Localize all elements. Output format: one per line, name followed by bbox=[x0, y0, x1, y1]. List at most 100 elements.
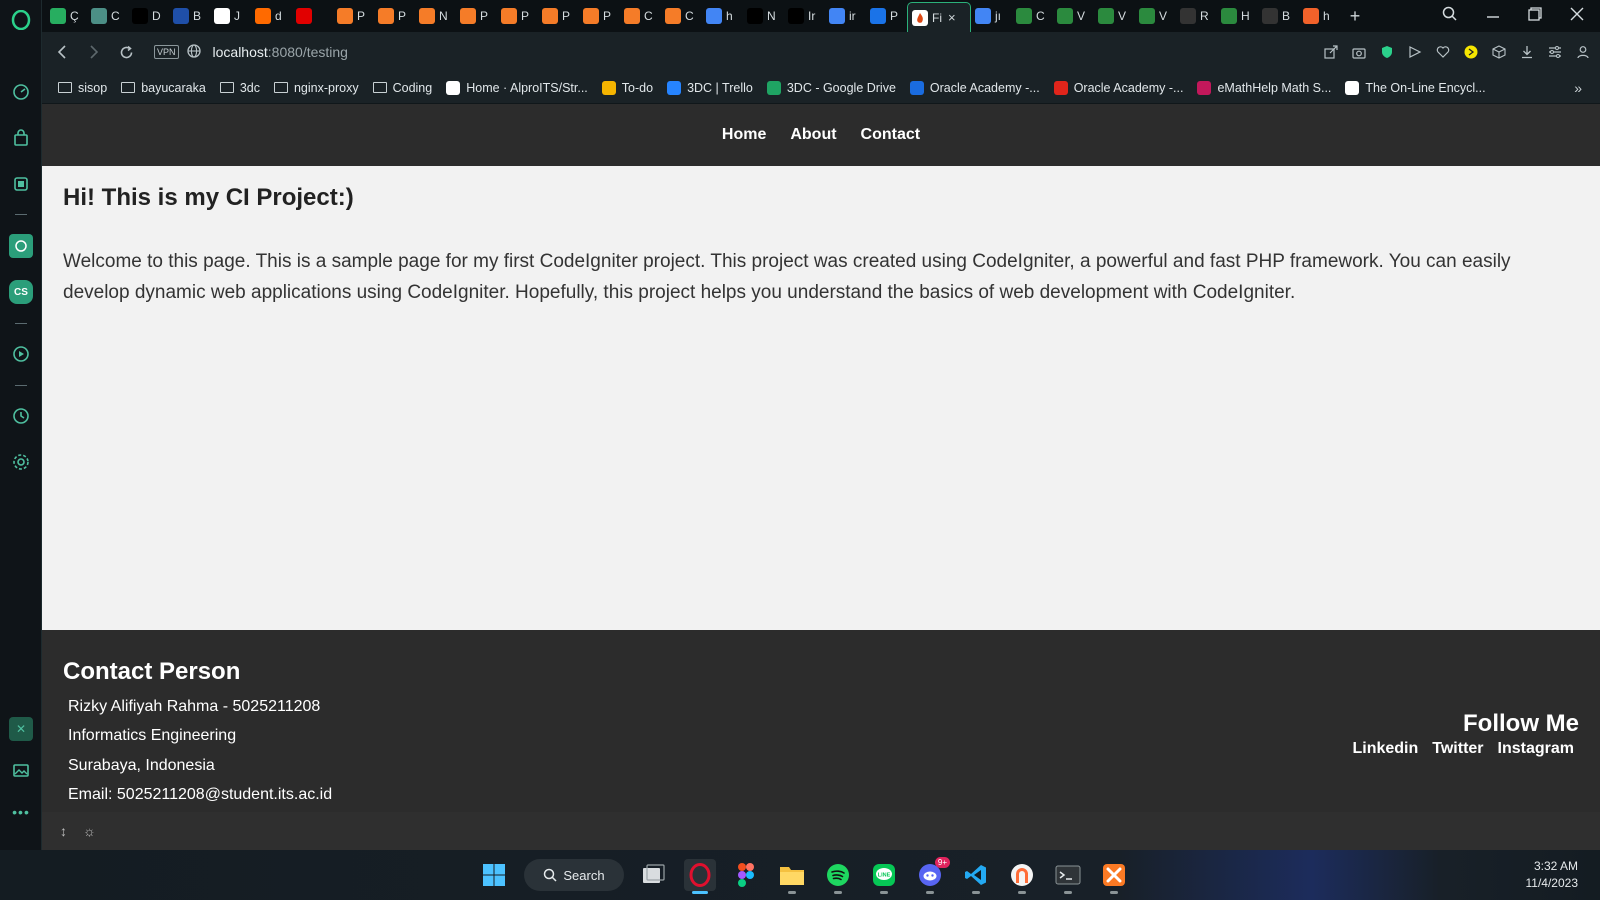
browser-tab[interactable]: Ir bbox=[784, 2, 825, 30]
instagram-link[interactable]: Instagram bbox=[1498, 740, 1574, 758]
bookmark-item[interactable]: nginx-proxy bbox=[273, 81, 359, 95]
extension-leaf-icon[interactable]: ✕ bbox=[9, 717, 33, 741]
extension-yellow-icon[interactable] bbox=[1464, 45, 1478, 59]
bookmark-item[interactable]: The On-Line Encycl... bbox=[1345, 80, 1486, 95]
linkedin-link[interactable]: Linkedin bbox=[1352, 740, 1418, 758]
browser-tab[interactable]: N bbox=[415, 2, 456, 30]
file-explorer-icon[interactable] bbox=[776, 859, 808, 894]
chatsonic-icon[interactable]: CS bbox=[9, 280, 33, 304]
xampp-icon[interactable] bbox=[1098, 859, 1130, 894]
site-info-globe-icon[interactable] bbox=[186, 43, 201, 61]
browser-tab[interactable]: H bbox=[1217, 2, 1258, 30]
opera-logo-icon[interactable] bbox=[9, 8, 33, 32]
player-icon[interactable] bbox=[9, 342, 33, 366]
gallery-icon[interactable] bbox=[9, 758, 33, 782]
settings-gear-icon[interactable] bbox=[9, 450, 33, 474]
nav-home-link[interactable]: Home bbox=[722, 126, 766, 144]
extensions-cube-icon[interactable] bbox=[1492, 45, 1506, 59]
browser-tab[interactable]: D bbox=[128, 2, 169, 30]
nav-about-link[interactable]: About bbox=[790, 126, 836, 144]
browser-tab[interactable]: P bbox=[866, 2, 907, 30]
chatgpt-icon[interactable] bbox=[9, 234, 33, 258]
bookmark-item[interactable]: 3dc bbox=[219, 81, 260, 95]
bookmark-item[interactable]: sisop bbox=[58, 81, 107, 95]
browser-tab[interactable]: R bbox=[1176, 2, 1217, 30]
browser-tab[interactable]: P bbox=[333, 2, 374, 30]
postman-icon[interactable] bbox=[1006, 859, 1038, 894]
resize-arrows-icon[interactable]: ↕ bbox=[60, 823, 67, 839]
browser-tab[interactable]: B bbox=[1258, 2, 1299, 30]
url-field[interactable]: localhost:8080/testing bbox=[213, 44, 348, 60]
brightness-icon[interactable]: ☼ bbox=[83, 823, 96, 839]
browser-tab[interactable]: jı bbox=[971, 2, 1012, 30]
browser-tab[interactable]: P bbox=[374, 2, 415, 30]
active-tab[interactable]: Fi × bbox=[907, 2, 971, 32]
browser-tab[interactable]: B bbox=[169, 2, 210, 30]
tab-search-icon[interactable] bbox=[1442, 6, 1458, 26]
browser-tab[interactable]: J bbox=[210, 2, 251, 30]
bookmark-item[interactable]: bayucaraka bbox=[121, 81, 206, 95]
spotify-icon[interactable] bbox=[822, 859, 854, 894]
bookmark-item[interactable]: Oracle Academy -... bbox=[1053, 80, 1183, 95]
close-window-icon[interactable] bbox=[1570, 7, 1584, 25]
history-icon[interactable] bbox=[9, 404, 33, 428]
more-dots-icon[interactable]: ••• bbox=[9, 800, 33, 824]
bookmark-item[interactable]: Coding bbox=[372, 81, 432, 95]
share-icon[interactable] bbox=[1324, 45, 1338, 59]
browser-tab[interactable]: P bbox=[579, 2, 620, 30]
browser-tab[interactable]: P bbox=[456, 2, 497, 30]
send-icon[interactable] bbox=[1408, 45, 1422, 59]
discord-icon[interactable]: 9+ bbox=[914, 857, 950, 894]
browser-tab[interactable]: d bbox=[251, 2, 292, 30]
bookmarks-overflow-chevron-icon[interactable]: » bbox=[1574, 80, 1582, 96]
bookmark-item[interactable]: Home · AlproITS/Str... bbox=[446, 80, 588, 95]
nav-contact-link[interactable]: Contact bbox=[861, 126, 921, 144]
system-clock[interactable]: 3:32 AM 11/4/2023 bbox=[1526, 858, 1579, 892]
figma-icon[interactable] bbox=[730, 859, 762, 891]
task-view-icon[interactable] bbox=[638, 859, 670, 891]
browser-tab[interactable]: Ç bbox=[46, 2, 87, 30]
browser-tab[interactable]: N bbox=[743, 2, 784, 30]
restore-icon[interactable] bbox=[1528, 7, 1542, 25]
download-icon[interactable] bbox=[1520, 45, 1534, 59]
taskbar-search-box[interactable]: Search bbox=[524, 859, 624, 891]
line-icon[interactable]: LINE bbox=[868, 859, 900, 894]
browser-tab[interactable]: C bbox=[87, 2, 128, 30]
bookmark-item[interactable]: To-do bbox=[601, 80, 653, 95]
twitter-link[interactable]: Twitter bbox=[1432, 740, 1483, 758]
browser-tab[interactable]: V bbox=[1094, 2, 1135, 30]
browser-tab[interactable]: h bbox=[702, 2, 743, 30]
browser-tab[interactable]: P bbox=[497, 2, 538, 30]
bookmark-item[interactable]: 3DC - Google Drive bbox=[766, 80, 896, 95]
forward-icon[interactable] bbox=[78, 38, 110, 66]
browser-tab[interactable]: V bbox=[1135, 2, 1176, 30]
snapshot-camera-icon[interactable] bbox=[1352, 45, 1366, 59]
reload-icon[interactable] bbox=[110, 38, 142, 66]
aria-ai-icon[interactable] bbox=[9, 172, 33, 196]
opera-taskbar-icon[interactable] bbox=[684, 859, 716, 894]
bookmark-item[interactable]: eMathHelp Math S... bbox=[1197, 80, 1331, 95]
easy-setup-icon[interactable] bbox=[1548, 45, 1562, 59]
profile-icon[interactable] bbox=[1576, 45, 1590, 59]
browser-tab[interactable] bbox=[292, 2, 333, 30]
vpn-badge[interactable]: VPN bbox=[154, 45, 179, 59]
windows-start-icon[interactable] bbox=[478, 859, 510, 891]
terminal-icon[interactable] bbox=[1052, 859, 1084, 894]
close-tab-icon[interactable]: × bbox=[948, 10, 956, 25]
browser-tab[interactable]: C bbox=[661, 2, 702, 30]
browser-tab[interactable]: h bbox=[1299, 2, 1340, 30]
shopping-bag-icon[interactable] bbox=[9, 126, 33, 150]
bookmark-item[interactable]: Oracle Academy -... bbox=[909, 80, 1040, 95]
heart-icon[interactable] bbox=[1436, 45, 1450, 59]
bookmark-item[interactable]: 3DC | Trello bbox=[667, 80, 753, 95]
back-icon[interactable] bbox=[46, 38, 78, 66]
browser-tab[interactable]: C bbox=[620, 2, 661, 30]
vscode-icon[interactable] bbox=[960, 859, 992, 894]
speed-dial-icon[interactable] bbox=[9, 80, 33, 104]
adblock-shield-icon[interactable] bbox=[1380, 45, 1394, 59]
browser-tab[interactable]: V bbox=[1053, 2, 1094, 30]
browser-tab[interactable]: P bbox=[538, 2, 579, 30]
browser-tab[interactable]: C bbox=[1012, 2, 1053, 30]
new-tab-button[interactable]: + bbox=[1340, 6, 1370, 27]
browser-tab[interactable]: ir bbox=[825, 2, 866, 30]
